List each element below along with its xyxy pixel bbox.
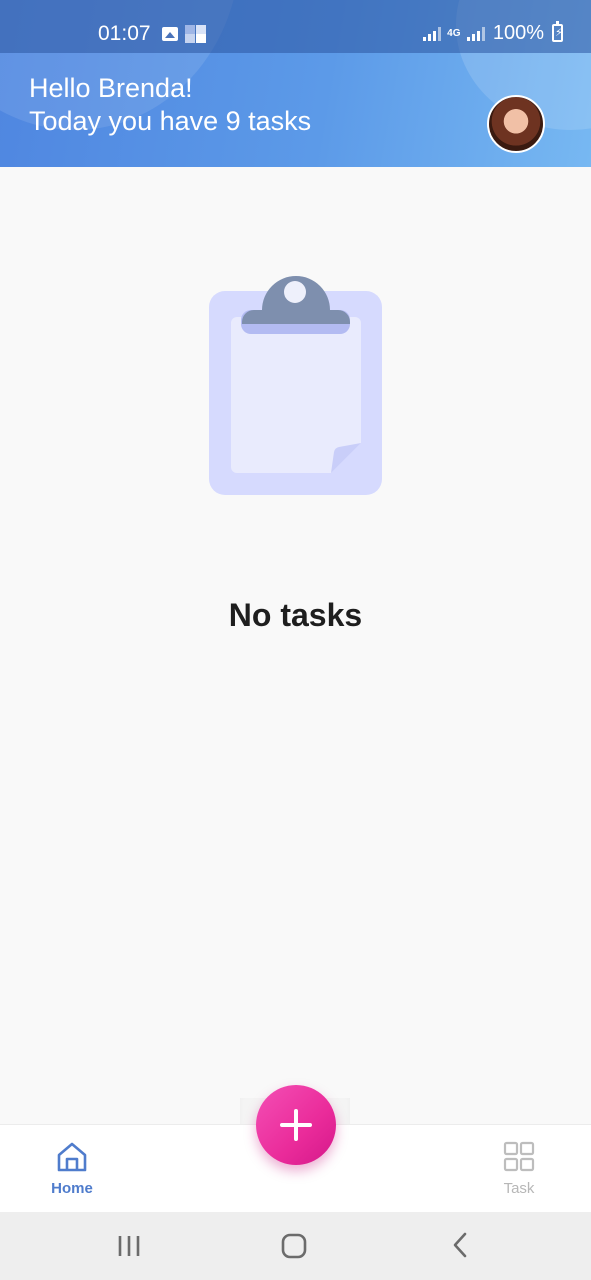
network-type: 4G xyxy=(447,27,461,39)
nav-home[interactable]: Home xyxy=(32,1141,112,1198)
task-count-subtitle: Today you have 9 tasks xyxy=(29,106,312,136)
header: 01:07 4G 100% ⚡ Hello Brenda! Today you … xyxy=(0,0,591,167)
home-icon xyxy=(57,1142,87,1172)
app-notification-icon xyxy=(185,25,206,43)
status-indicators: 4G 100% ⚡ xyxy=(422,21,563,45)
battery-charging-icon: ⚡ xyxy=(552,21,563,42)
status-time: 01:07 xyxy=(98,22,151,45)
home-outline-icon xyxy=(281,1233,307,1259)
nav-task-label: Task xyxy=(503,1180,535,1197)
gallery-notification-icon xyxy=(162,27,178,41)
avatar[interactable] xyxy=(487,95,545,153)
status-bar: 01:07 4G 100% ⚡ xyxy=(0,0,591,53)
recent-apps-icon xyxy=(118,1236,140,1256)
add-task-button[interactable] xyxy=(256,1085,336,1165)
signal-icon xyxy=(466,25,485,41)
empty-state-message: No tasks xyxy=(228,597,363,633)
system-home-button[interactable] xyxy=(264,1212,324,1280)
grid-icon xyxy=(503,1141,535,1172)
plus-icon xyxy=(280,1109,312,1141)
greeting: Hello Brenda! xyxy=(29,73,193,103)
app-screen: 01:07 4G 100% ⚡ Hello Brenda! Today you … xyxy=(0,0,591,1280)
nav-home-label: Home xyxy=(51,1180,93,1197)
recent-apps-button[interactable] xyxy=(99,1212,159,1280)
back-icon xyxy=(453,1232,467,1258)
clipboard-icon xyxy=(209,276,382,495)
nav-task[interactable]: Task xyxy=(479,1141,559,1198)
system-navigation-bar xyxy=(0,1212,591,1280)
signal-icon xyxy=(422,25,441,41)
back-button[interactable] xyxy=(430,1212,490,1280)
battery-level: 100% xyxy=(492,22,544,44)
